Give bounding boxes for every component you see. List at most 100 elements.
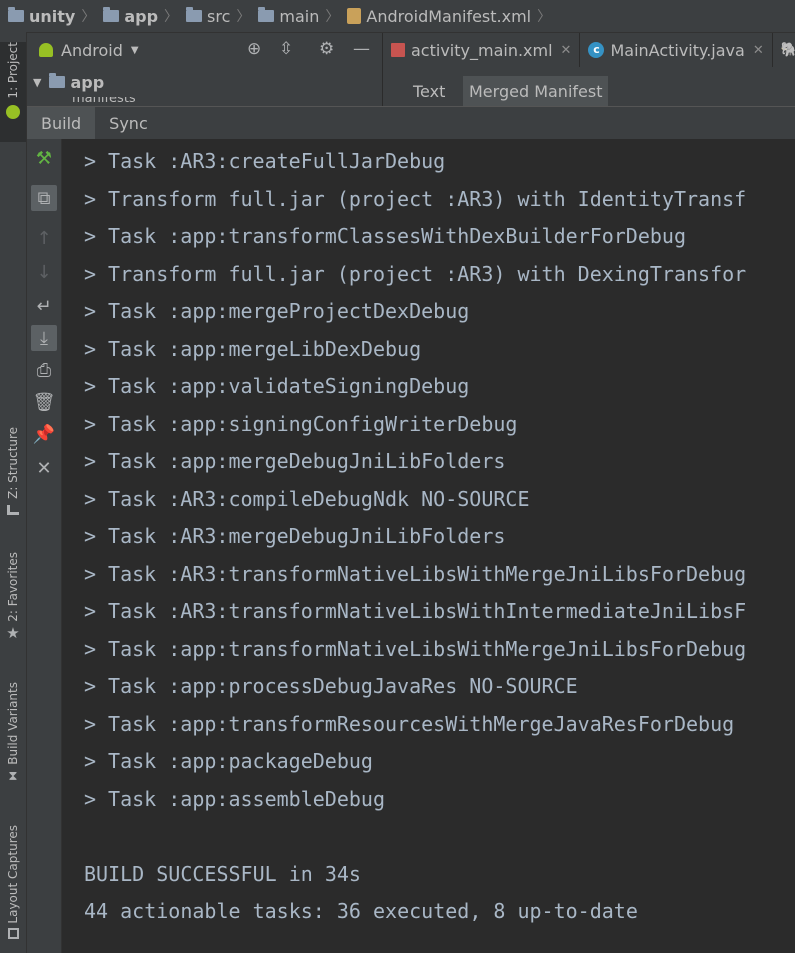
locate-icon[interactable]: ⊕	[247, 39, 261, 59]
tab-text[interactable]: Text	[407, 76, 451, 106]
chevron-right-icon[interactable]: >	[84, 262, 96, 286]
chevron-right-icon[interactable]: >	[84, 674, 96, 698]
hammer-icon[interactable]: ⚒	[31, 145, 57, 171]
editor-tab-bar: activity_main.xml ✕ c MainActivity.java …	[383, 33, 795, 67]
tab-main-activity[interactable]: c MainActivity.java ✕	[580, 33, 773, 67]
task-line: > Transform full.jar (project :AR3) with …	[84, 187, 747, 211]
tab-project[interactable]: 1: Project	[0, 42, 26, 142]
print-icon[interactable]: ⎙	[31, 357, 57, 383]
project-panel-header: Android ▼ ⊕ ⇳ ⚙ —	[27, 33, 382, 67]
breadcrumb-item-manifest[interactable]: AndroidManifest.xml 〉	[347, 6, 551, 26]
manifest-view-tabs: Text Merged Manifest	[383, 67, 795, 106]
task-line: > Task :AR3:createFullJarDebug	[84, 149, 446, 173]
tab-build-variants[interactable]: Build Variants ⧗	[0, 682, 26, 792]
trash-icon[interactable]: 🗑	[31, 389, 57, 415]
manifest-file-icon	[347, 8, 362, 24]
chevron-right-icon[interactable]: >	[84, 374, 96, 398]
chevron-right-icon[interactable]: >	[84, 712, 96, 736]
arrow-down-icon[interactable]: ↓	[31, 259, 57, 285]
chevron-right-icon[interactable]: >	[84, 224, 96, 248]
task-line: > Task :app:validateSigningDebug	[84, 374, 470, 398]
breadcrumb-item-main[interactable]: main 〉	[258, 6, 339, 26]
task-line: > Task :app:mergeProjectDexDebug	[84, 299, 470, 323]
task-line: > Task :AR3:compileDebugNdk NO-SOURCE	[84, 487, 530, 511]
chevron-right-icon[interactable]: >	[84, 187, 96, 211]
build-toolbar: ⚒ ⧉ ↑ ↓ ↵ ⤓ ⎙ 🗑 📌 ✕	[27, 139, 62, 953]
tab-favorites[interactable]: 2: Favorites ★	[0, 552, 26, 652]
chevron-right-icon[interactable]: >	[84, 637, 96, 661]
tab-gradle[interactable]: 🐘 A	[773, 33, 795, 67]
tree-item-app[interactable]: ▼ app	[27, 67, 382, 97]
collapse-icon[interactable]: ⇳	[279, 39, 293, 59]
task-line: > Task :app:transformClassesWithDexBuilde…	[84, 224, 687, 248]
task-line: > Task :app:packageDebug	[84, 749, 373, 773]
breadcrumb-item-src[interactable]: src 〉	[186, 6, 250, 26]
chevron-right-icon[interactable]: >	[84, 337, 96, 361]
build-result: BUILD SUCCESSFUL in 34s	[84, 862, 361, 886]
task-line: > Task :app:mergeLibDexDebug	[84, 337, 422, 361]
chevron-right-icon: 〉	[81, 9, 96, 25]
chevron-right-icon: 〉	[537, 9, 552, 25]
task-line: > Task :app:transformResourcesWithMergeJa…	[84, 712, 735, 736]
folder-icon	[186, 7, 203, 22]
chevron-right-icon: 〉	[325, 9, 340, 25]
task-line: > Task :app:assembleDebug	[84, 787, 385, 811]
soft-wrap-icon[interactable]: ↵	[31, 293, 57, 319]
tab-build[interactable]: Build	[27, 107, 96, 139]
scroll-to-end-icon[interactable]: ⤓	[31, 325, 57, 351]
folder-icon	[8, 7, 24, 22]
tab-structure[interactable]: Z: Structure	[0, 427, 26, 527]
tab-layout-captures[interactable]: Layout Captures	[0, 825, 26, 950]
breadcrumb-item-app[interactable]: app 〉	[103, 6, 178, 26]
build-variants-icon: ⧗	[8, 768, 18, 784]
hide-icon[interactable]: —	[353, 39, 370, 59]
close-icon[interactable]: ✕	[31, 455, 57, 481]
chevron-right-icon[interactable]: >	[84, 487, 96, 511]
expand-arrow-icon[interactable]: ▼	[33, 76, 41, 89]
chevron-right-icon[interactable]: >	[84, 562, 96, 586]
tree-item-manifests[interactable]: manifests	[27, 97, 382, 106]
xml-file-icon	[391, 43, 405, 57]
breadcrumb-item-unity[interactable]: unity 〉	[8, 6, 95, 26]
folder-icon	[258, 7, 275, 22]
build-console: > Task :AR3:createFullJarDebug > Transform…	[62, 139, 795, 953]
project-view-select[interactable]: Android	[61, 41, 123, 60]
chevron-right-icon: 〉	[164, 9, 179, 25]
left-tool-strip: 1: Project Z: Structure 2: Favorites ★ B…	[0, 32, 27, 953]
tab-activity-main[interactable]: activity_main.xml ✕	[383, 33, 581, 67]
task-line: > Task :app:mergeDebugJniLibFolders	[84, 449, 506, 473]
chevron-right-icon[interactable]: >	[84, 449, 96, 473]
chevron-right-icon[interactable]: >	[84, 149, 96, 173]
task-line: > Task :app:transformNativeLibsWithMergeJ…	[84, 637, 747, 661]
module-folder-icon	[49, 73, 66, 88]
close-icon[interactable]: ✕	[561, 43, 572, 58]
chevron-down-icon[interactable]: ▼	[131, 45, 139, 56]
tab-sync[interactable]: Sync	[95, 107, 162, 139]
pin-icon[interactable]: 📌	[31, 421, 57, 447]
structure-icon	[7, 504, 19, 515]
task-line: > Task :AR3:mergeDebugJniLibFolders	[84, 524, 506, 548]
breadcrumb: unity 〉 app 〉 src 〉 main 〉 AndroidManifest.x…	[0, 0, 795, 33]
task-line: > Task :AR3:transformNativeLibsWithInterm…	[84, 599, 747, 623]
chevron-right-icon: 〉	[236, 9, 251, 25]
java-class-icon: c	[588, 42, 605, 58]
build-summary: 44 actionable tasks: 36 executed, 8 up-t…	[84, 899, 638, 923]
chevron-right-icon[interactable]: >	[84, 749, 96, 773]
task-line: > Task :app:processDebugJavaRes NO-SOURCE	[84, 674, 578, 698]
captures-icon	[7, 927, 19, 939]
gear-icon[interactable]: ⚙	[319, 39, 334, 59]
chevron-right-icon[interactable]: >	[84, 299, 96, 323]
tab-merged-manifest[interactable]: Merged Manifest	[463, 76, 609, 106]
arrow-up-icon[interactable]: ↑	[31, 225, 57, 251]
chevron-right-icon[interactable]: >	[84, 787, 96, 811]
task-line: > Transform full.jar (project :AR3) with …	[84, 262, 747, 286]
android-icon	[39, 43, 53, 57]
close-icon[interactable]: ✕	[753, 43, 764, 58]
build-window-tabs: Build Sync	[27, 106, 795, 139]
star-icon: ★	[6, 623, 20, 642]
chevron-right-icon[interactable]: >	[84, 524, 96, 548]
gradle-icon: 🐘	[780, 42, 795, 58]
toggle-view-icon[interactable]: ⧉	[31, 185, 57, 211]
chevron-right-icon[interactable]: >	[84, 412, 96, 436]
chevron-right-icon[interactable]: >	[84, 599, 96, 623]
